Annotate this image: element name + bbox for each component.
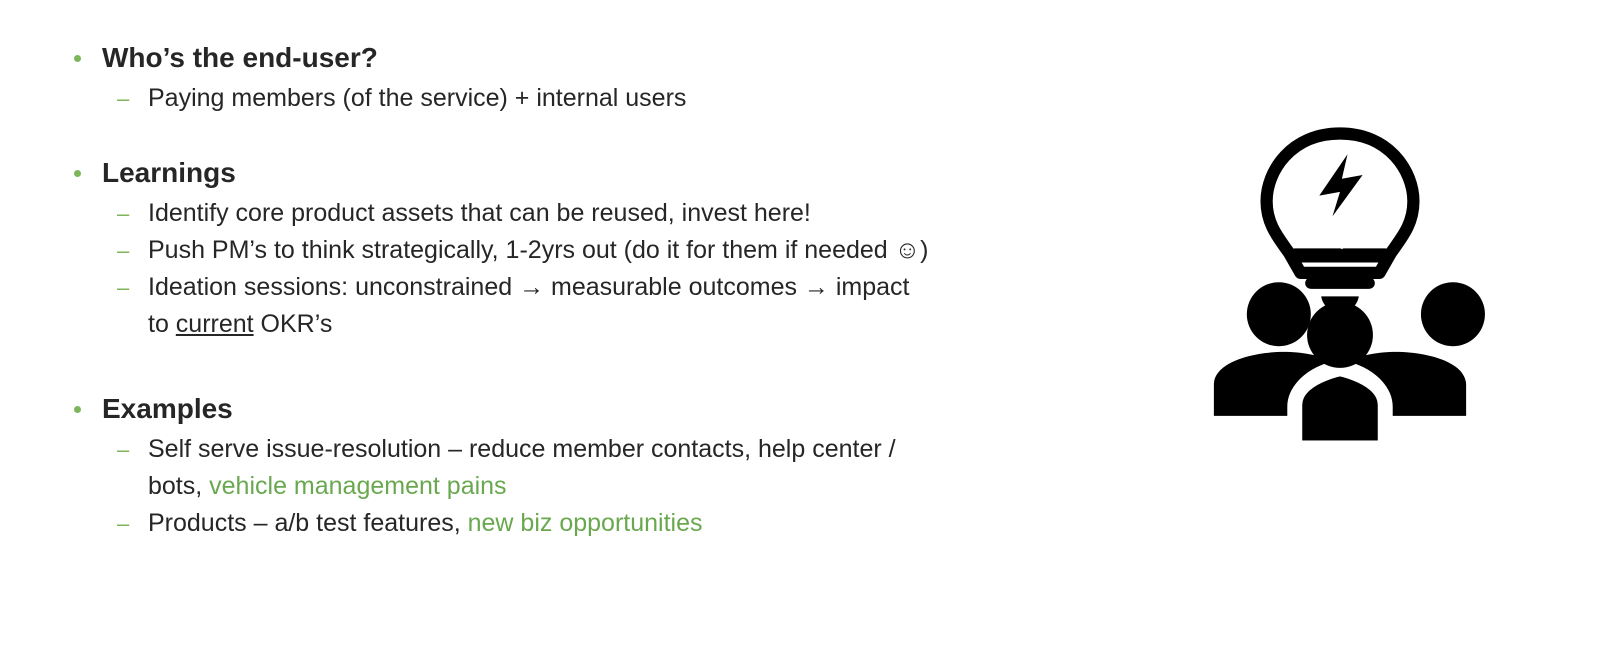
list-item: – Paying members (of the service) + inte… [70, 80, 1130, 117]
list-item: – Self serve issue-resolution – reduce m… [70, 431, 1130, 505]
person-left-head [1246, 282, 1311, 347]
underlined-text: current [175, 310, 254, 338]
section-heading: Who’s the end-user? [102, 42, 378, 73]
section-heading: Examples [102, 393, 233, 424]
dash-bullet-icon: – [117, 275, 130, 300]
slide-content: Who’s the end-user? – Paying members (of… [70, 36, 1130, 576]
list-item: – Products – a/b test features, new biz … [70, 505, 1130, 542]
dash-bullet-icon: – [117, 201, 130, 226]
bullet-dot-icon [74, 170, 81, 177]
lightbulb-people-icon [1213, 127, 1485, 441]
highlight-text: new biz opportunities [467, 509, 703, 537]
bullet-dot-icon [74, 55, 81, 62]
dash-bullet-icon: – [117, 437, 130, 462]
section-examples: Examples – Self serve issue-resolution –… [70, 387, 1130, 542]
list-item: – Identify core product assets that can … [70, 195, 1130, 232]
section-heading: Learnings [102, 157, 236, 188]
section-learnings: Learnings – Identify core product assets… [70, 151, 1130, 343]
person-right-head [1420, 282, 1485, 347]
list-item: – Push PM’s to think strategically, 1-2y… [70, 232, 1130, 269]
team-ideas-icon [1180, 126, 1500, 446]
dash-bullet-icon: – [117, 511, 130, 536]
person-center-head [1307, 302, 1373, 368]
section-end-user: Who’s the end-user? – Paying members (of… [70, 36, 1130, 117]
dash-bullet-icon: – [117, 86, 130, 111]
highlight-text: vehicle management pains [209, 472, 507, 500]
lightning-bolt-icon [1319, 154, 1363, 217]
bullet-dot-icon [74, 406, 81, 413]
dash-bullet-icon: – [117, 238, 130, 263]
list-item: – Ideation sessions: unconstrained → mea… [70, 269, 1130, 343]
